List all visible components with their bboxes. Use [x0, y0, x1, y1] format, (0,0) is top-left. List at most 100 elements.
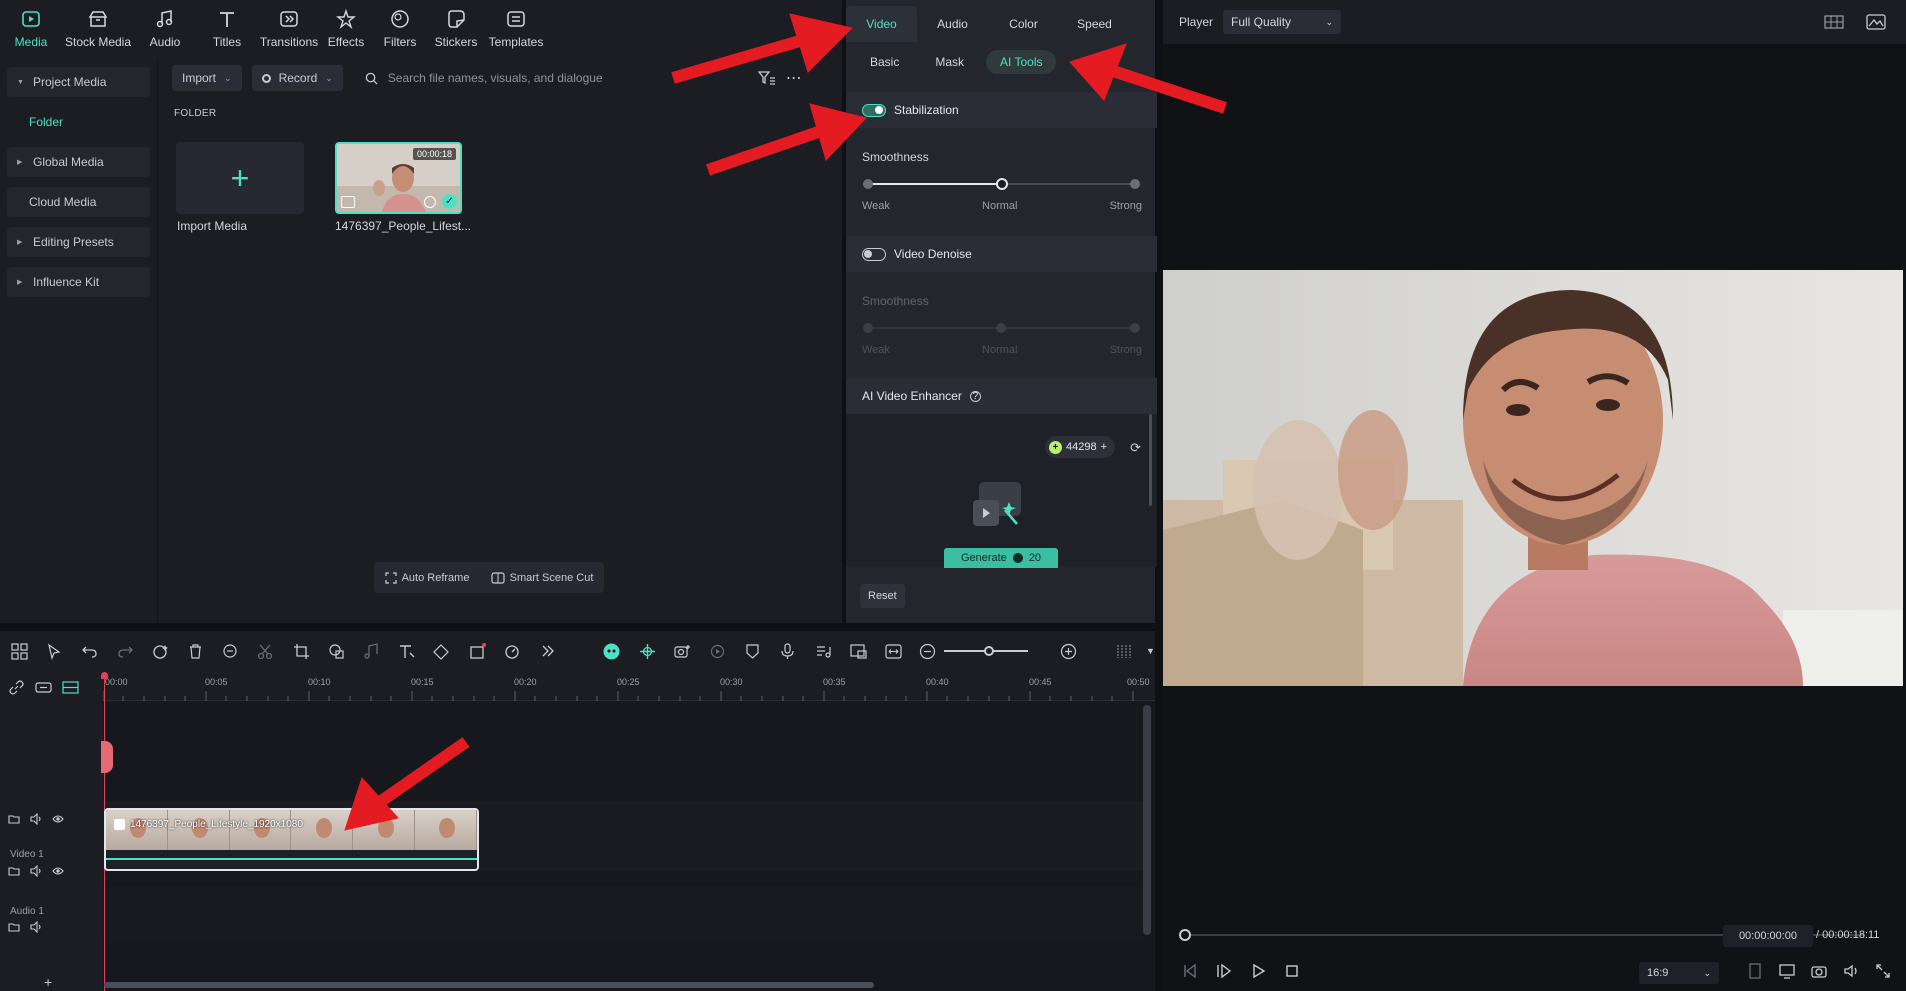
speaker-icon[interactable]: [30, 865, 42, 877]
sidebar-item-folder[interactable]: Folder: [7, 107, 150, 137]
more-icon[interactable]: ⋯: [786, 68, 802, 88]
search-input[interactable]: [387, 71, 688, 85]
select-tool-button[interactable]: [37, 631, 72, 671]
properties-scrollbar[interactable]: [1149, 414, 1152, 506]
media-clip-thumbnail[interactable]: 00:00:18 ✓: [335, 142, 462, 214]
fit-button[interactable]: [876, 631, 911, 671]
smart-scene-cut-button[interactable]: Smart Scene Cut: [491, 572, 593, 584]
chevron-down-icon[interactable]: ▼: [1146, 646, 1155, 656]
render-button[interactable]: [700, 631, 735, 671]
timeline-ruler[interactable]: 00:00 00:05 00:10 00:15 00:20 00:25 00:3…: [103, 671, 1155, 701]
refresh-icon[interactable]: ⟳: [1130, 440, 1141, 456]
ai-mate-button[interactable]: [594, 631, 629, 671]
reset-button[interactable]: Reset: [860, 584, 905, 608]
folder-lock-icon[interactable]: [8, 921, 20, 933]
fullscreen-icon[interactable]: [1874, 962, 1892, 980]
subtab-mask[interactable]: Mask: [921, 50, 978, 74]
folder-lock-icon[interactable]: [8, 865, 20, 877]
tab-filters[interactable]: Filters: [372, 0, 428, 54]
zoom-slider[interactable]: [944, 646, 1029, 656]
eye-icon[interactable]: [52, 865, 64, 877]
color-match-button[interactable]: [424, 631, 459, 671]
generate-button[interactable]: Generate 20: [944, 548, 1058, 568]
display-icon[interactable]: [1778, 962, 1796, 980]
credits-badge[interactable]: + 44298 +: [1044, 436, 1115, 458]
record-screen-button[interactable]: [459, 631, 494, 671]
tab-effects[interactable]: Effects: [320, 0, 372, 54]
auto-reframe-button[interactable]: Auto Reframe: [384, 572, 469, 584]
redo-button[interactable]: [108, 631, 143, 671]
sidebar-item-influence-kit[interactable]: ▶ Influence Kit: [7, 267, 150, 297]
audio-stretch-button[interactable]: [354, 631, 389, 671]
timeline-video-clip[interactable]: 1476397_People_Lifestyle_1920x1080: [104, 808, 479, 871]
marker-button[interactable]: [735, 631, 770, 671]
playhead-marker[interactable]: [101, 741, 113, 773]
snap-button[interactable]: [630, 631, 665, 671]
speed-button[interactable]: [495, 631, 530, 671]
record-dropdown[interactable]: Record ⌄: [251, 65, 343, 91]
tab-titles[interactable]: Titles: [196, 0, 258, 54]
snapshot-icon[interactable]: [1810, 962, 1828, 980]
sidebar-item-cloud-media[interactable]: Cloud Media: [7, 187, 150, 217]
filter-icon[interactable]: [757, 70, 776, 86]
mark-icon[interactable]: [1746, 962, 1764, 980]
add-track-icon[interactable]: [35, 679, 52, 696]
timeline-settings-icon[interactable]: [1115, 643, 1132, 660]
tab-video[interactable]: Video: [846, 6, 917, 42]
tab-media[interactable]: Media: [0, 0, 62, 54]
ripple-button[interactable]: [213, 631, 248, 671]
sidebar-item-editing-presets[interactable]: ▶ Editing Presets: [7, 227, 150, 257]
eye-icon[interactable]: [52, 813, 64, 825]
playhead-handle[interactable]: [101, 672, 108, 679]
import-media-tile[interactable]: +: [176, 142, 304, 214]
tab-audio[interactable]: Audio: [134, 0, 196, 54]
denoise-toggle[interactable]: [862, 247, 886, 261]
import-dropdown[interactable]: Import ⌄: [172, 65, 242, 91]
tab-color[interactable]: Color: [988, 6, 1059, 42]
volume-icon[interactable]: [1842, 962, 1860, 980]
undo-button[interactable]: [72, 631, 107, 671]
tab-stickers[interactable]: Stickers: [428, 0, 484, 54]
quality-dropdown[interactable]: Full Quality ⌄: [1223, 10, 1342, 34]
timeline-vertical-scrollbar[interactable]: [1143, 705, 1151, 935]
subtab-ai-tools[interactable]: AI Tools: [986, 50, 1057, 74]
split-button[interactable]: [248, 631, 283, 671]
track-manage-icon[interactable]: [62, 679, 79, 696]
sidebar-item-project-media[interactable]: ▼ Project Media: [7, 67, 150, 97]
prev-frame-icon[interactable]: [1181, 962, 1199, 980]
keyframe-button[interactable]: [665, 631, 700, 671]
add-track-plus-icon[interactable]: +: [44, 974, 52, 990]
speaker-icon[interactable]: [30, 921, 42, 933]
zoom-in-icon[interactable]: [1060, 643, 1077, 660]
play-icon[interactable]: [1249, 962, 1267, 980]
tab-transitions[interactable]: Transitions: [258, 0, 320, 54]
image-view-icon[interactable]: [1866, 13, 1886, 31]
voiceover-button[interactable]: [770, 631, 805, 671]
progress-knob[interactable]: [1179, 929, 1191, 941]
folder-lock-icon[interactable]: [8, 813, 20, 825]
zoom-knob[interactable]: [984, 646, 995, 656]
crop-button[interactable]: [284, 631, 319, 671]
video-preview[interactable]: [1163, 270, 1903, 686]
more-tools-button[interactable]: [530, 631, 565, 671]
slider-knob[interactable]: [996, 178, 1008, 190]
help-icon[interactable]: ?: [969, 390, 981, 402]
speaker-icon[interactable]: [30, 813, 42, 825]
timeline-horizontal-scrollbar[interactable]: [104, 982, 874, 988]
delete-button[interactable]: [178, 631, 213, 671]
audio-mixer-button[interactable]: [805, 631, 840, 671]
mask-button[interactable]: [319, 631, 354, 671]
smoothness-slider[interactable]: [862, 176, 1142, 192]
play-reverse-icon[interactable]: [1215, 962, 1233, 980]
subtab-more[interactable]: A: [1064, 50, 1100, 74]
zoom-out-icon[interactable]: [919, 643, 936, 660]
aspect-ratio-dropdown[interactable]: 16:9 ⌄: [1639, 962, 1719, 984]
text-button[interactable]: [389, 631, 424, 671]
link-icon[interactable]: [8, 679, 25, 696]
tab-audio-props[interactable]: Audio: [917, 6, 988, 42]
subtab-basic[interactable]: Basic: [856, 50, 913, 74]
layout-button[interactable]: [2, 631, 37, 671]
ai-tool-button[interactable]: [143, 631, 178, 671]
pip-button[interactable]: [841, 631, 876, 671]
sidebar-item-global-media[interactable]: ▶ Global Media: [7, 147, 150, 177]
